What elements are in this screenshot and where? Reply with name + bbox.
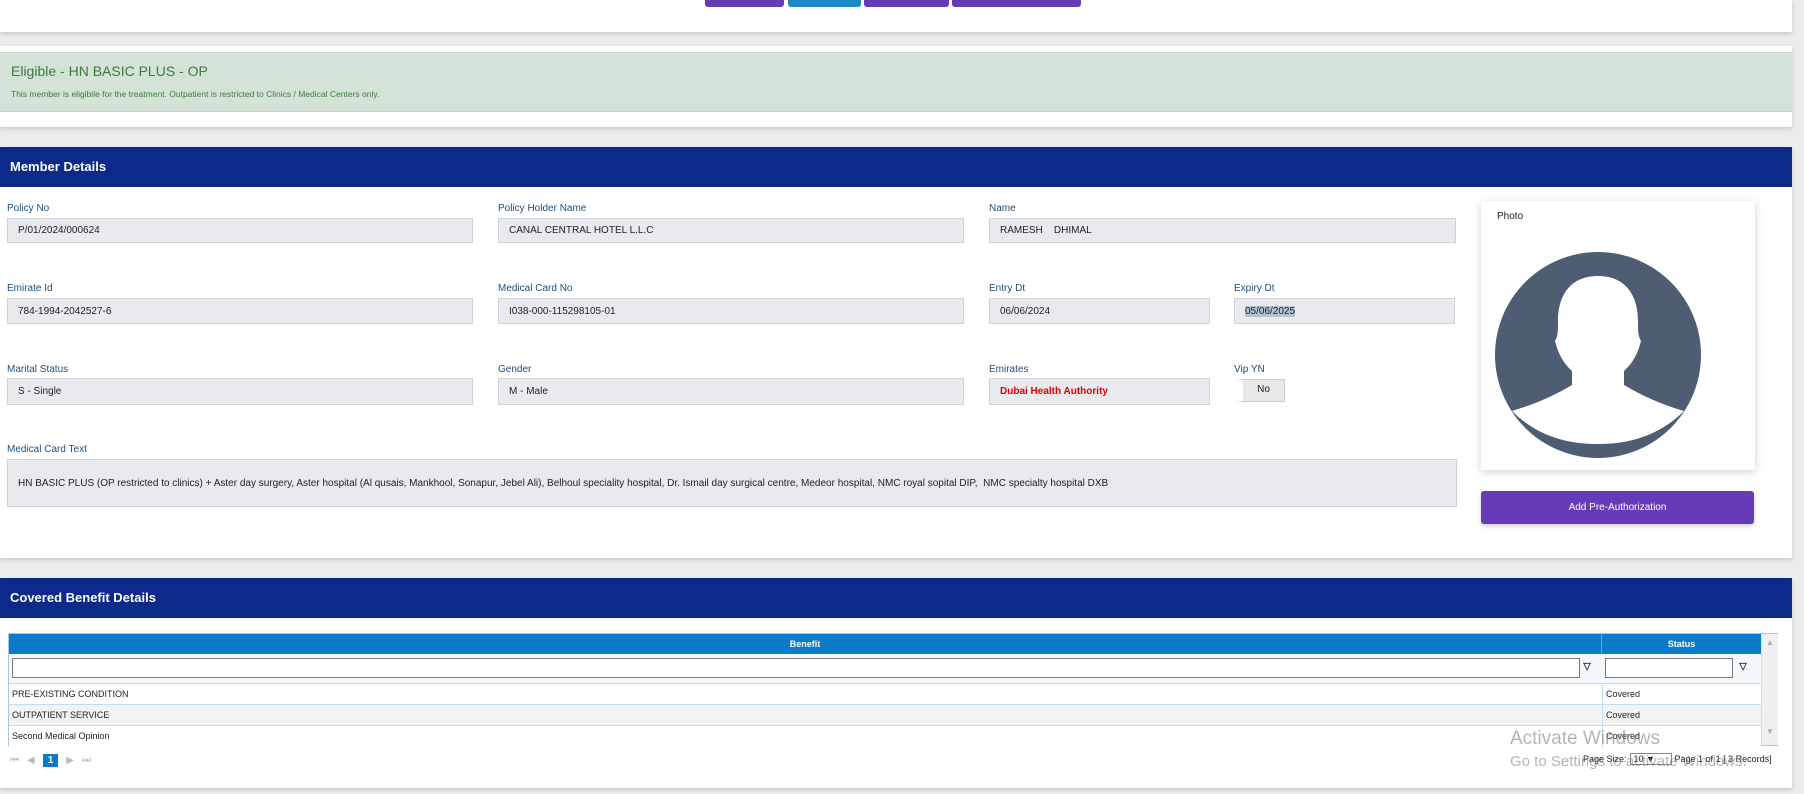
status-cell: Covered (1602, 684, 1640, 705)
grid-scrollbar[interactable]: ▲ ▼ (1761, 634, 1778, 745)
medical-card-no-label: Medical Card No (498, 283, 573, 294)
emirates-field[interactable]: Dubai Health Authority (989, 378, 1210, 405)
top-card (0, 0, 1792, 32)
action-button-1[interactable] (705, 0, 784, 7)
covered-benefit-header: Covered Benefit Details (0, 578, 1792, 618)
table-row[interactable]: Second Medical Opinion Covered (9, 725, 1761, 747)
medical-card-text-field[interactable]: HN BASIC PLUS (OP restricted to clinics)… (7, 459, 1457, 507)
gender-field[interactable]: M - Male (498, 378, 964, 405)
column-header-benefit[interactable]: Benefit (9, 634, 1602, 654)
action-button-3[interactable] (864, 0, 949, 7)
avatar-placeholder-icon (1495, 252, 1701, 458)
medical-card-no-field[interactable]: I038-000-115298105-01 (498, 298, 964, 324)
vip-label: Vip YN (1234, 364, 1265, 375)
add-pre-authorization-button[interactable]: Add Pre-Authorization (1481, 491, 1754, 524)
entry-dt-label: Entry Dt (989, 283, 1026, 294)
table-row[interactable]: OUTPATIENT SERVICE Covered (9, 704, 1761, 726)
prev-page-icon[interactable]: ◀ (27, 755, 35, 766)
medical-card-text-label: Medical Card Text (7, 444, 87, 455)
action-button-2[interactable] (788, 0, 861, 7)
table-row[interactable]: PRE-EXISTING CONDITION Covered (9, 683, 1761, 705)
entry-dt-field[interactable]: 06/06/2024 (989, 298, 1210, 324)
photo-label: Photo (1497, 211, 1524, 222)
pager: ⏮ ◀ 1 ▶ ⏭ (10, 754, 91, 767)
last-page-icon[interactable]: ⏭ (82, 755, 91, 766)
watermark-line2: Go to Settings to activate Windows. (1510, 753, 1747, 770)
next-page-icon[interactable]: ▶ (66, 755, 74, 766)
status-cell: Covered (1602, 705, 1640, 726)
marital-status-field[interactable]: S - Single (7, 378, 473, 405)
benefit-cell: PRE-EXISTING CONDITION (12, 689, 129, 699)
vip-toggle[interactable]: No (1235, 379, 1285, 402)
benefit-cell: OUTPATIENT SERVICE (12, 710, 110, 720)
emirates-label: Emirates (989, 364, 1029, 375)
first-page-icon[interactable]: ⏮ (10, 755, 19, 766)
emirate-id-label: Emirate Id (7, 283, 53, 294)
photo-card: Photo (1481, 201, 1755, 470)
policy-holder-label: Policy Holder Name (498, 203, 587, 214)
expiry-dt-value: 05/06/2025 (1245, 305, 1296, 317)
emirate-id-field[interactable]: 784-1994-2042527-6 (7, 298, 473, 324)
member-details-header: Member Details (0, 147, 1792, 187)
action-button-4[interactable] (952, 0, 1081, 7)
marital-status-label: Marital Status (7, 364, 69, 375)
filter-row: ▿ ▿ (9, 654, 1761, 683)
eligibility-card: Eligible - HN BASIC PLUS - OP This membe… (0, 46, 1792, 127)
eligibility-alert: Eligible - HN BASIC PLUS - OP This membe… (0, 52, 1792, 112)
benefit-filter-input[interactable] (12, 658, 1580, 678)
eligibility-title: Eligible - HN BASIC PLUS - OP (11, 63, 208, 79)
name-label: Name (989, 203, 1016, 214)
gender-label: Gender (498, 364, 532, 375)
scroll-up-icon[interactable]: ▲ (1762, 638, 1778, 647)
benefit-filter-icon[interactable]: ▿ (1583, 658, 1591, 676)
policy-no-label: Policy No (7, 203, 50, 214)
benefit-cell: Second Medical Opinion (12, 731, 110, 741)
watermark-line1: Activate Windows (1510, 728, 1660, 749)
status-filter-icon[interactable]: ▿ (1739, 658, 1747, 676)
policy-no-field[interactable]: P/01/2024/000624 (7, 218, 473, 243)
status-filter-input[interactable] (1605, 658, 1733, 678)
scroll-down-icon[interactable]: ▼ (1762, 727, 1778, 736)
policy-holder-field[interactable]: CANAL CENTRAL HOTEL L.L.C (498, 218, 964, 243)
expiry-dt-field[interactable]: 05/06/2025 (1234, 298, 1455, 324)
name-field[interactable]: RAMESH DHIMAL (989, 218, 1456, 243)
expiry-dt-label: Expiry Dt (1234, 283, 1275, 294)
column-header-status[interactable]: Status (1602, 634, 1761, 654)
eligibility-message: This member is eligibile for the treatme… (11, 89, 380, 99)
page-number-button[interactable]: 1 (42, 754, 59, 767)
